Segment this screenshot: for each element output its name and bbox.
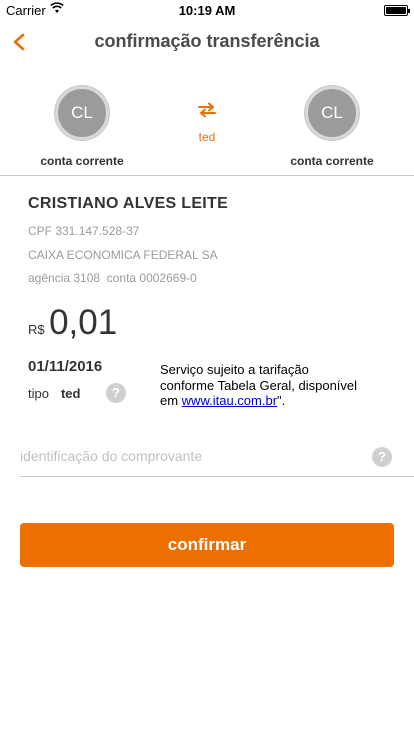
transfer-arrows-icon: [198, 102, 216, 118]
receipt-identification-field[interactable]: identificação do comprovante: [20, 448, 202, 464]
help-icon[interactable]: ?: [372, 447, 392, 467]
payee-agency-account: agência 3108 conta 0002669-0: [28, 271, 197, 285]
field-underline: [20, 476, 414, 477]
destination-account: CL conta corrente: [272, 86, 392, 168]
transfer-type-label: ted: [198, 130, 216, 144]
battery-level: [386, 7, 406, 14]
help-icon[interactable]: ?: [106, 383, 126, 403]
page-title: confirmação transferência: [94, 31, 320, 51]
tipo-value: ted: [60, 386, 81, 401]
battery-icon: [384, 5, 410, 16]
amount-value: 0,01: [49, 303, 118, 342]
source-account: CL conta corrente: [22, 86, 142, 168]
confirm-button[interactable]: confirmar: [20, 523, 394, 567]
transfer-indicator: ted: [187, 102, 227, 144]
navigation-bar: confirmação transferência: [0, 20, 414, 64]
source-account-label: conta corrente: [40, 154, 124, 168]
destination-avatar: CL: [305, 86, 359, 140]
clock: 10:19 AM: [178, 3, 236, 18]
payee-cpf: CPF 331.147.528-37: [28, 224, 140, 238]
currency-symbol: R$: [28, 322, 45, 337]
payee-name: CRISTIANO ALVES LEITE: [28, 195, 229, 212]
tipo-label: tipo: [28, 386, 49, 401]
source-avatar: CL: [55, 86, 109, 140]
itau-link[interactable]: www.itau.com.br: [182, 393, 277, 408]
divider: [0, 175, 414, 176]
fee-notice: Serviço sujeito a tarifação conforme Tab…: [160, 362, 360, 409]
payee-bank: CAIXA ECONOMICA FEDERAL SA: [28, 248, 218, 262]
transfer-date: 01/11/2016: [28, 358, 103, 375]
destination-account-label: conta corrente: [290, 154, 374, 168]
status-bar: Carrier 10:19 AM: [0, 0, 414, 20]
notice-text-end: ".: [277, 393, 286, 408]
transfer-amount: R$ 0,01: [28, 303, 117, 343]
transfer-type-row: tipo ted: [28, 386, 80, 401]
account-summary: CL conta corrente ted CL conta corrente: [0, 64, 414, 176]
